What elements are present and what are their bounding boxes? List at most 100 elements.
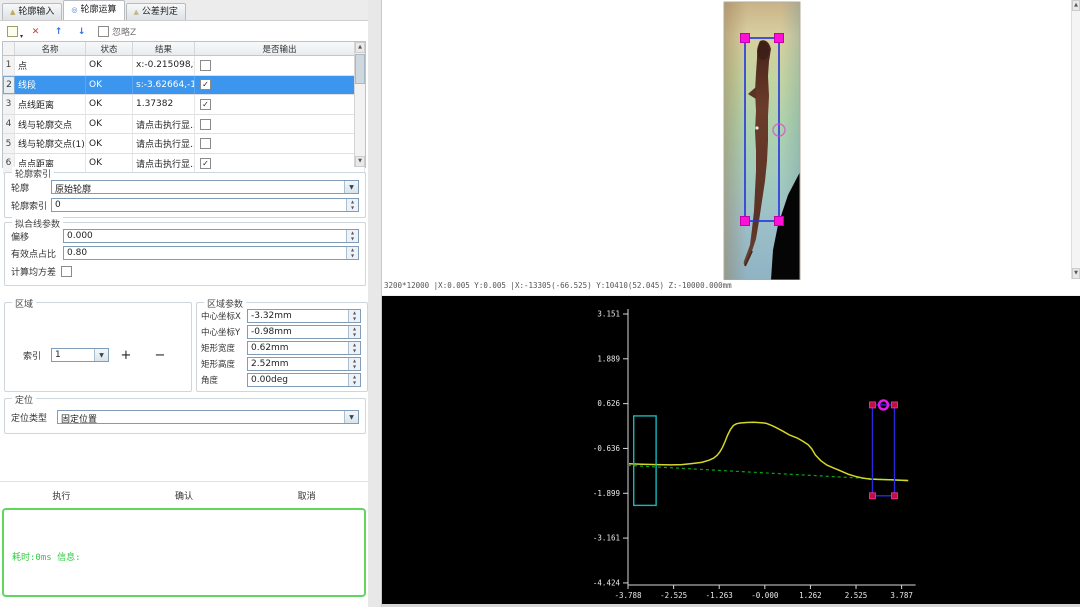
plot-region-handle[interactable] bbox=[869, 493, 875, 499]
output-checkbox[interactable] bbox=[200, 119, 211, 130]
chevron-down-icon[interactable]: ▼ bbox=[344, 181, 358, 193]
confirm-button[interactable]: 确认 bbox=[123, 488, 246, 504]
offset-label: 偏移 bbox=[11, 230, 63, 243]
header-status[interactable]: 状态 bbox=[86, 42, 133, 55]
move-up-button[interactable]: ↑ bbox=[52, 25, 65, 38]
contour-combo[interactable]: 原始轮廓 ▼ bbox=[51, 180, 359, 194]
roi-handle[interactable] bbox=[741, 217, 750, 226]
delete-item-button[interactable]: ✕ bbox=[29, 25, 42, 38]
scroll-down-icon[interactable]: ▼ bbox=[355, 156, 365, 167]
region-param-label: 矩形高度 bbox=[201, 358, 247, 370]
region-param-spin[interactable]: 0.62mm▲▼ bbox=[247, 341, 361, 355]
scroll-up-icon[interactable]: ▲ bbox=[1072, 0, 1080, 11]
chevron-down-icon[interactable]: ▼ bbox=[344, 411, 358, 423]
y-tick-label: 1.889 bbox=[597, 354, 620, 363]
scroll-up-icon[interactable]: ▲ bbox=[355, 42, 365, 53]
region-param-label: 中心坐标X bbox=[201, 310, 247, 322]
x-tick-label: -1.263 bbox=[706, 591, 733, 600]
output-checkbox[interactable] bbox=[200, 138, 211, 149]
output-checkbox[interactable] bbox=[200, 79, 211, 90]
table-row[interactable]: 6点点距离OK请点击执行显... bbox=[3, 154, 365, 174]
table-row[interactable]: 2线段OKs:-3.62664,-1... bbox=[3, 76, 365, 96]
roi-handle[interactable] bbox=[741, 34, 750, 43]
sample-image bbox=[724, 2, 800, 280]
add-item-icon bbox=[7, 26, 18, 37]
roi-handle[interactable] bbox=[775, 217, 784, 226]
tab-contour-input[interactable]: ▲ 轮廓输入 bbox=[2, 3, 62, 20]
table-row[interactable]: 3点线距离OK1.37382 bbox=[3, 95, 365, 115]
image-panel: ▲ ▼ 3200*12000 |X:0.005 Y:0.005 |X:-1330… bbox=[382, 0, 1080, 295]
action-buttons: 执行 确认 取消 bbox=[0, 488, 368, 504]
panel-splitter[interactable] bbox=[368, 0, 382, 607]
spinner-arrows-icon[interactable]: ▲▼ bbox=[348, 358, 360, 370]
add-item-button[interactable] bbox=[6, 25, 19, 38]
scrollbar-thumb[interactable] bbox=[355, 54, 365, 84]
tab-label: 公差判定 bbox=[142, 4, 178, 20]
valid-ratio-spin[interactable]: 0.80 ▲▼ bbox=[63, 246, 359, 260]
spinner-arrows-icon[interactable]: ▲▼ bbox=[348, 374, 360, 386]
mse-checkbox[interactable] bbox=[61, 266, 72, 277]
group-title: 区域 bbox=[12, 297, 36, 310]
chevron-down-icon[interactable]: ▼ bbox=[94, 349, 108, 361]
header-result[interactable]: 结果 bbox=[133, 42, 195, 55]
region-remove-button[interactable]: − bbox=[143, 347, 177, 363]
output-checkbox[interactable] bbox=[200, 60, 211, 71]
region-param-row: 矩形高度2.52mm▲▼ bbox=[201, 357, 361, 371]
offset-spin[interactable]: 0.000 ▲▼ bbox=[63, 229, 359, 243]
table-cell: OK bbox=[86, 115, 133, 134]
region-param-spin[interactable]: -0.98mm▲▼ bbox=[247, 325, 361, 339]
region-param-spin[interactable]: 2.52mm▲▼ bbox=[247, 357, 361, 371]
table-cell: 线与轮廓交点 bbox=[15, 115, 86, 134]
cancel-button[interactable]: 取消 bbox=[245, 488, 368, 504]
x-tick-label: 1.262 bbox=[799, 591, 822, 600]
spinner-arrows-icon[interactable]: ▲▼ bbox=[346, 199, 358, 211]
region-param-row: 中心坐标Y-0.98mm▲▼ bbox=[201, 325, 361, 339]
spinner-arrows-icon[interactable]: ▲▼ bbox=[348, 342, 360, 354]
region-add-button[interactable]: + bbox=[109, 347, 143, 363]
contour-combo-value: 原始轮廓 bbox=[52, 181, 344, 193]
region-param-value: 2.52mm bbox=[248, 358, 348, 370]
table-row[interactable]: 4线与轮廓交点OK请点击执行显... bbox=[3, 115, 365, 135]
output-checkbox[interactable] bbox=[200, 99, 211, 110]
region-index-combo[interactable]: 1 ▼ bbox=[51, 348, 109, 362]
move-down-button[interactable]: ↓ bbox=[75, 25, 88, 38]
tab-tolerance[interactable]: ▲ 公差判定 bbox=[126, 3, 186, 20]
plot-region-2[interactable] bbox=[872, 405, 894, 496]
table-row[interactable]: 1点OKx:-0.215098,y... bbox=[3, 56, 365, 76]
table-row[interactable]: 5线与轮廓交点(1)OK请点击执行显... bbox=[3, 134, 365, 154]
image-scrollbar[interactable]: ▲ ▼ bbox=[1071, 0, 1080, 279]
table-cell: 请点击执行显... bbox=[133, 134, 195, 153]
plot-region-handle[interactable] bbox=[891, 493, 897, 499]
tab-contour-calc[interactable]: ◎ 轮廓运算 bbox=[63, 0, 124, 20]
contour-index-spin[interactable]: 0 ▲▼ bbox=[51, 198, 359, 212]
region-params-group: 区域参数 中心坐标X-3.32mm▲▼中心坐标Y-0.98mm▲▼矩形宽度0.6… bbox=[196, 302, 368, 392]
tab-label: 轮廓运算 bbox=[81, 1, 117, 20]
table-cell: 请点击执行显... bbox=[133, 115, 195, 134]
table-scrollbar[interactable]: ▲ ▼ bbox=[354, 42, 365, 167]
header-name[interactable]: 名称 bbox=[15, 42, 86, 55]
execute-button[interactable]: 执行 bbox=[0, 488, 123, 504]
region-param-spin[interactable]: 0.00deg▲▼ bbox=[247, 373, 361, 387]
spinner-arrows-icon[interactable]: ▲▼ bbox=[346, 230, 358, 242]
region-param-value: 0.00deg bbox=[248, 374, 348, 386]
scroll-down-icon[interactable]: ▼ bbox=[1072, 268, 1080, 279]
table-cell bbox=[195, 95, 365, 114]
gear-icon: ◎ bbox=[71, 1, 77, 20]
table-cell: s:-3.62664,-1... bbox=[133, 76, 195, 95]
region-param-spin[interactable]: -3.32mm▲▼ bbox=[247, 309, 361, 323]
spinner-arrows-icon[interactable]: ▲▼ bbox=[348, 310, 360, 322]
table-cell: OK bbox=[86, 95, 133, 114]
roi-handle[interactable] bbox=[775, 34, 784, 43]
image-status-bar: 3200*12000 |X:0.005 Y:0.005 |X:-13305(-6… bbox=[384, 281, 732, 290]
plot-region-1[interactable] bbox=[634, 416, 656, 505]
position-type-combo[interactable]: 固定位置 ▼ bbox=[57, 410, 359, 424]
output-checkbox[interactable] bbox=[200, 158, 211, 169]
plot-region-handle[interactable] bbox=[869, 402, 875, 408]
spinner-arrows-icon[interactable]: ▲▼ bbox=[348, 326, 360, 338]
contour-index-label: 轮廓索引 bbox=[11, 199, 51, 212]
spinner-arrows-icon[interactable]: ▲▼ bbox=[346, 247, 358, 259]
table-cell: OK bbox=[86, 76, 133, 95]
plot-region-handle[interactable] bbox=[891, 402, 897, 408]
ignore-z-checkbox[interactable] bbox=[98, 26, 109, 37]
header-output[interactable]: 是否输出 bbox=[195, 42, 365, 55]
